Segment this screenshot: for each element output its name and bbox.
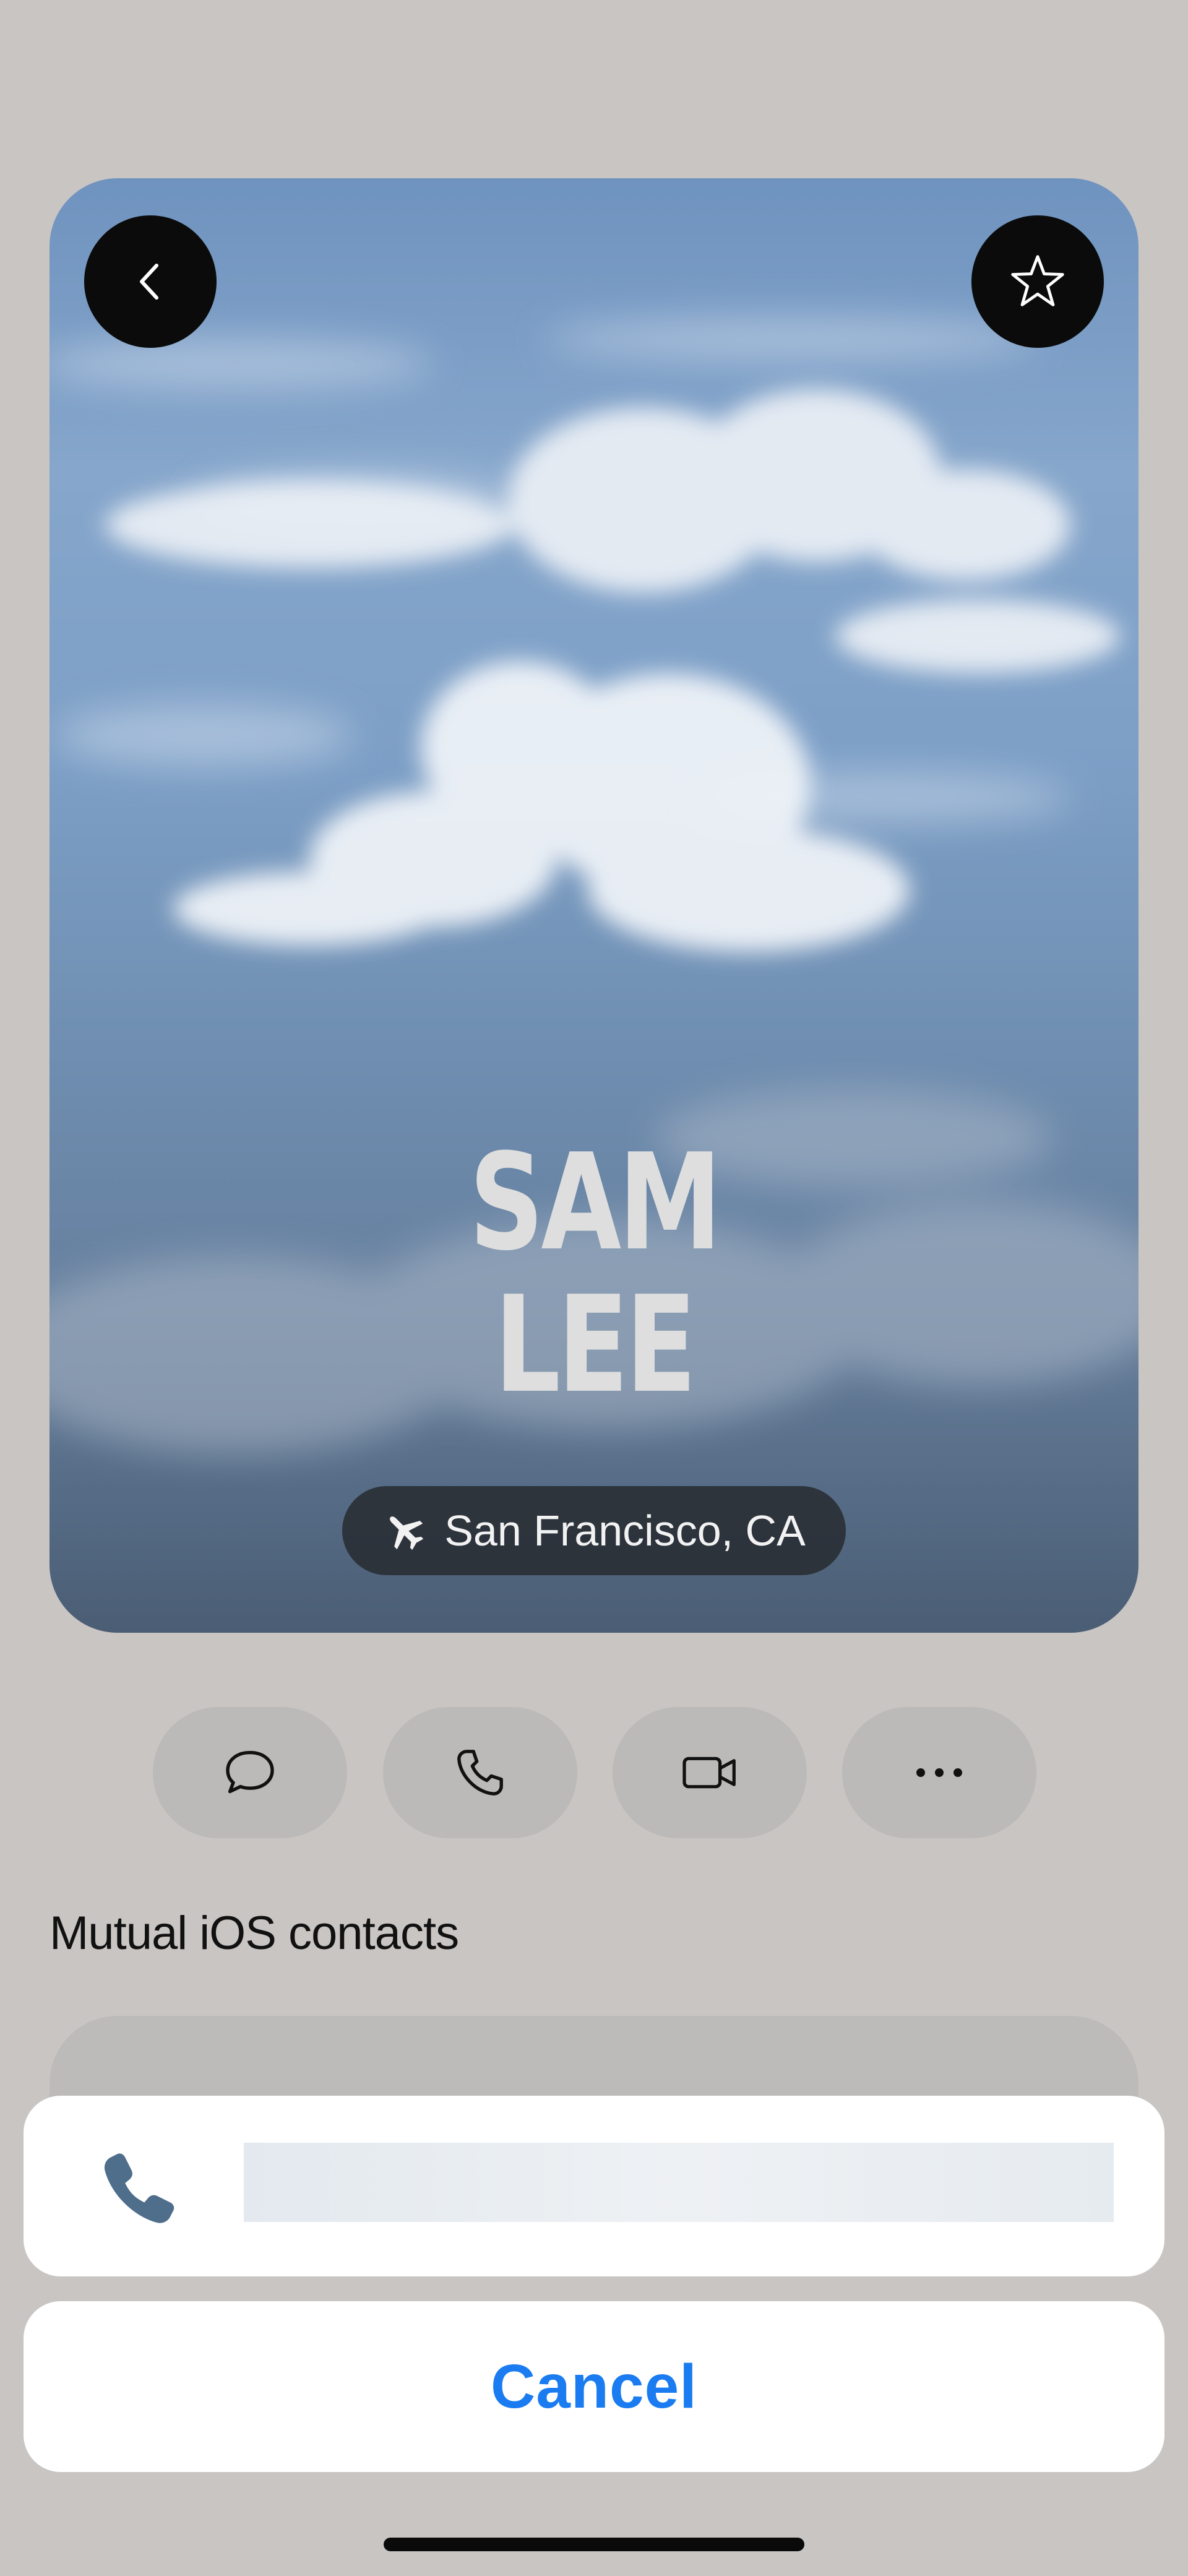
cancel-button[interactable]: Cancel (24, 2301, 1164, 2472)
cancel-label: Cancel (491, 2351, 697, 2421)
back-button[interactable] (84, 215, 217, 348)
phone-icon (104, 2153, 174, 2223)
location-text: San Francisco, CA (444, 1506, 806, 1555)
contact-name: SAM LEE (170, 1131, 1019, 1416)
message-bubble-icon (226, 1750, 274, 1794)
airplane-icon (390, 1516, 424, 1550)
video-camera-icon (682, 1757, 736, 1789)
message-button[interactable] (153, 1707, 347, 1838)
home-indicator[interactable] (384, 2538, 804, 2551)
chevron-left-icon (140, 264, 158, 300)
more-button[interactable] (842, 1707, 1036, 1838)
first-name: SAM (469, 1125, 721, 1280)
phone-icon (457, 1750, 503, 1796)
mutual-contacts-title: Mutual iOS contacts (50, 1907, 459, 1960)
location-badge: San Francisco, CA (342, 1486, 846, 1575)
profile-card: SAM LEE San Francisco, CA (50, 178, 1138, 1633)
last-name: LEE (494, 1267, 697, 1422)
call-button[interactable] (383, 1707, 577, 1838)
video-call-button[interactable] (613, 1707, 807, 1838)
star-outline-icon (1011, 255, 1064, 306)
redacted-phone-number (244, 2143, 1114, 2222)
call-number-option[interactable] (24, 2096, 1164, 2276)
ellipsis-icon (916, 1768, 962, 1777)
favorite-button[interactable] (971, 215, 1104, 348)
